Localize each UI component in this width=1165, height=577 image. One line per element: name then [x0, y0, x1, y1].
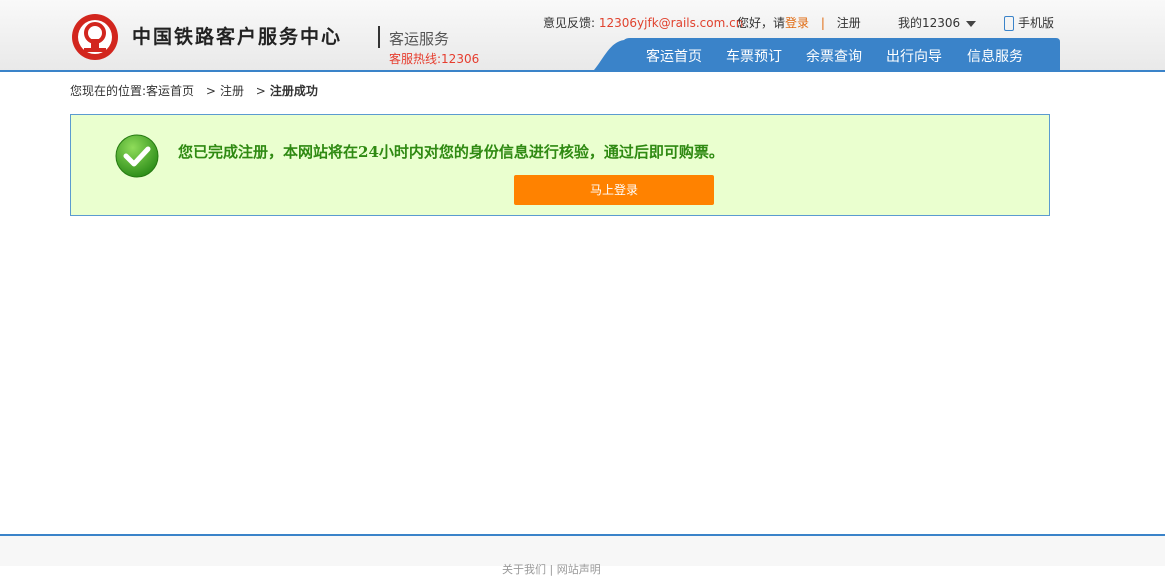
breadcrumb-register-link[interactable]: 注册 [220, 84, 244, 98]
hotline: 客服热线:12306 [389, 52, 480, 66]
brand-title: 中国铁路客户服务中心 [132, 26, 343, 48]
site-footer: 关于我们 | 网站声明 [0, 534, 1165, 576]
breadcrumb-prefix: 您现在的位置: [70, 84, 147, 98]
login-link[interactable]: 登录 [785, 16, 809, 30]
breadcrumb: 您现在的位置:客运首页 > 注册 > 注册成功 [70, 82, 318, 99]
breadcrumb-current: 注册成功 [269, 84, 318, 98]
breadcrumb-home-link[interactable]: 客运首页 [146, 84, 194, 98]
nav-item-remaining-tickets[interactable]: 余票查询 [806, 46, 862, 66]
nav-item-booking[interactable]: 车票预订 [726, 46, 782, 66]
brand-divider [378, 26, 380, 48]
feedback-email-link[interactable]: 12306yjfk@rails.com.cn [599, 16, 743, 30]
nav-item-info-service[interactable]: 信息服务 [967, 46, 1023, 66]
success-message: 您已完成注册，本网站将在24小时内对您的身份信息进行核验，通过后即可购票。 [178, 143, 724, 161]
mobile-label: 手机版 [1018, 16, 1055, 30]
breadcrumb-separator: > [255, 84, 266, 98]
nav-item-home[interactable]: 客运首页 [646, 46, 702, 66]
success-panel: 您已完成注册，本网站将在24小时内对您的身份信息进行核验，通过后即可购票。 马上… [70, 114, 1050, 216]
success-check-icon [115, 134, 159, 178]
mobile-phone-icon [1004, 16, 1014, 31]
breadcrumb-separator: > [205, 84, 216, 98]
feedback-label: 意见反馈: [543, 16, 596, 30]
nav-item-travel-guide[interactable]: 出行向导 [886, 46, 942, 66]
user-links: 您好，请登录 | 注册 [737, 14, 861, 31]
my12306-menu[interactable]: 我的12306 [898, 14, 977, 31]
register-link[interactable]: 注册 [837, 16, 861, 30]
link-separator: | [820, 16, 825, 30]
site-header: 中国铁路客户服务中心 客运服务 客服热线:12306 意见反馈: 12306yj… [0, 0, 1165, 72]
login-now-button[interactable]: 马上登录 [514, 175, 714, 205]
feedback: 意见反馈: 12306yjfk@rails.com.cn [543, 14, 743, 31]
greeting-text: 您好，请 [737, 16, 786, 30]
my12306-label: 我的12306 [898, 16, 961, 30]
railway-logo-icon[interactable] [71, 13, 119, 61]
chevron-down-icon [966, 20, 977, 27]
footer-links[interactable]: 关于我们 | 网站声明 [502, 561, 601, 577]
mobile-link[interactable]: 手机版 [1004, 14, 1054, 31]
service-label: 客运服务 [389, 30, 450, 48]
main-nav: 客运首页 车票预订 余票查询 出行向导 信息服务 [594, 38, 1060, 70]
